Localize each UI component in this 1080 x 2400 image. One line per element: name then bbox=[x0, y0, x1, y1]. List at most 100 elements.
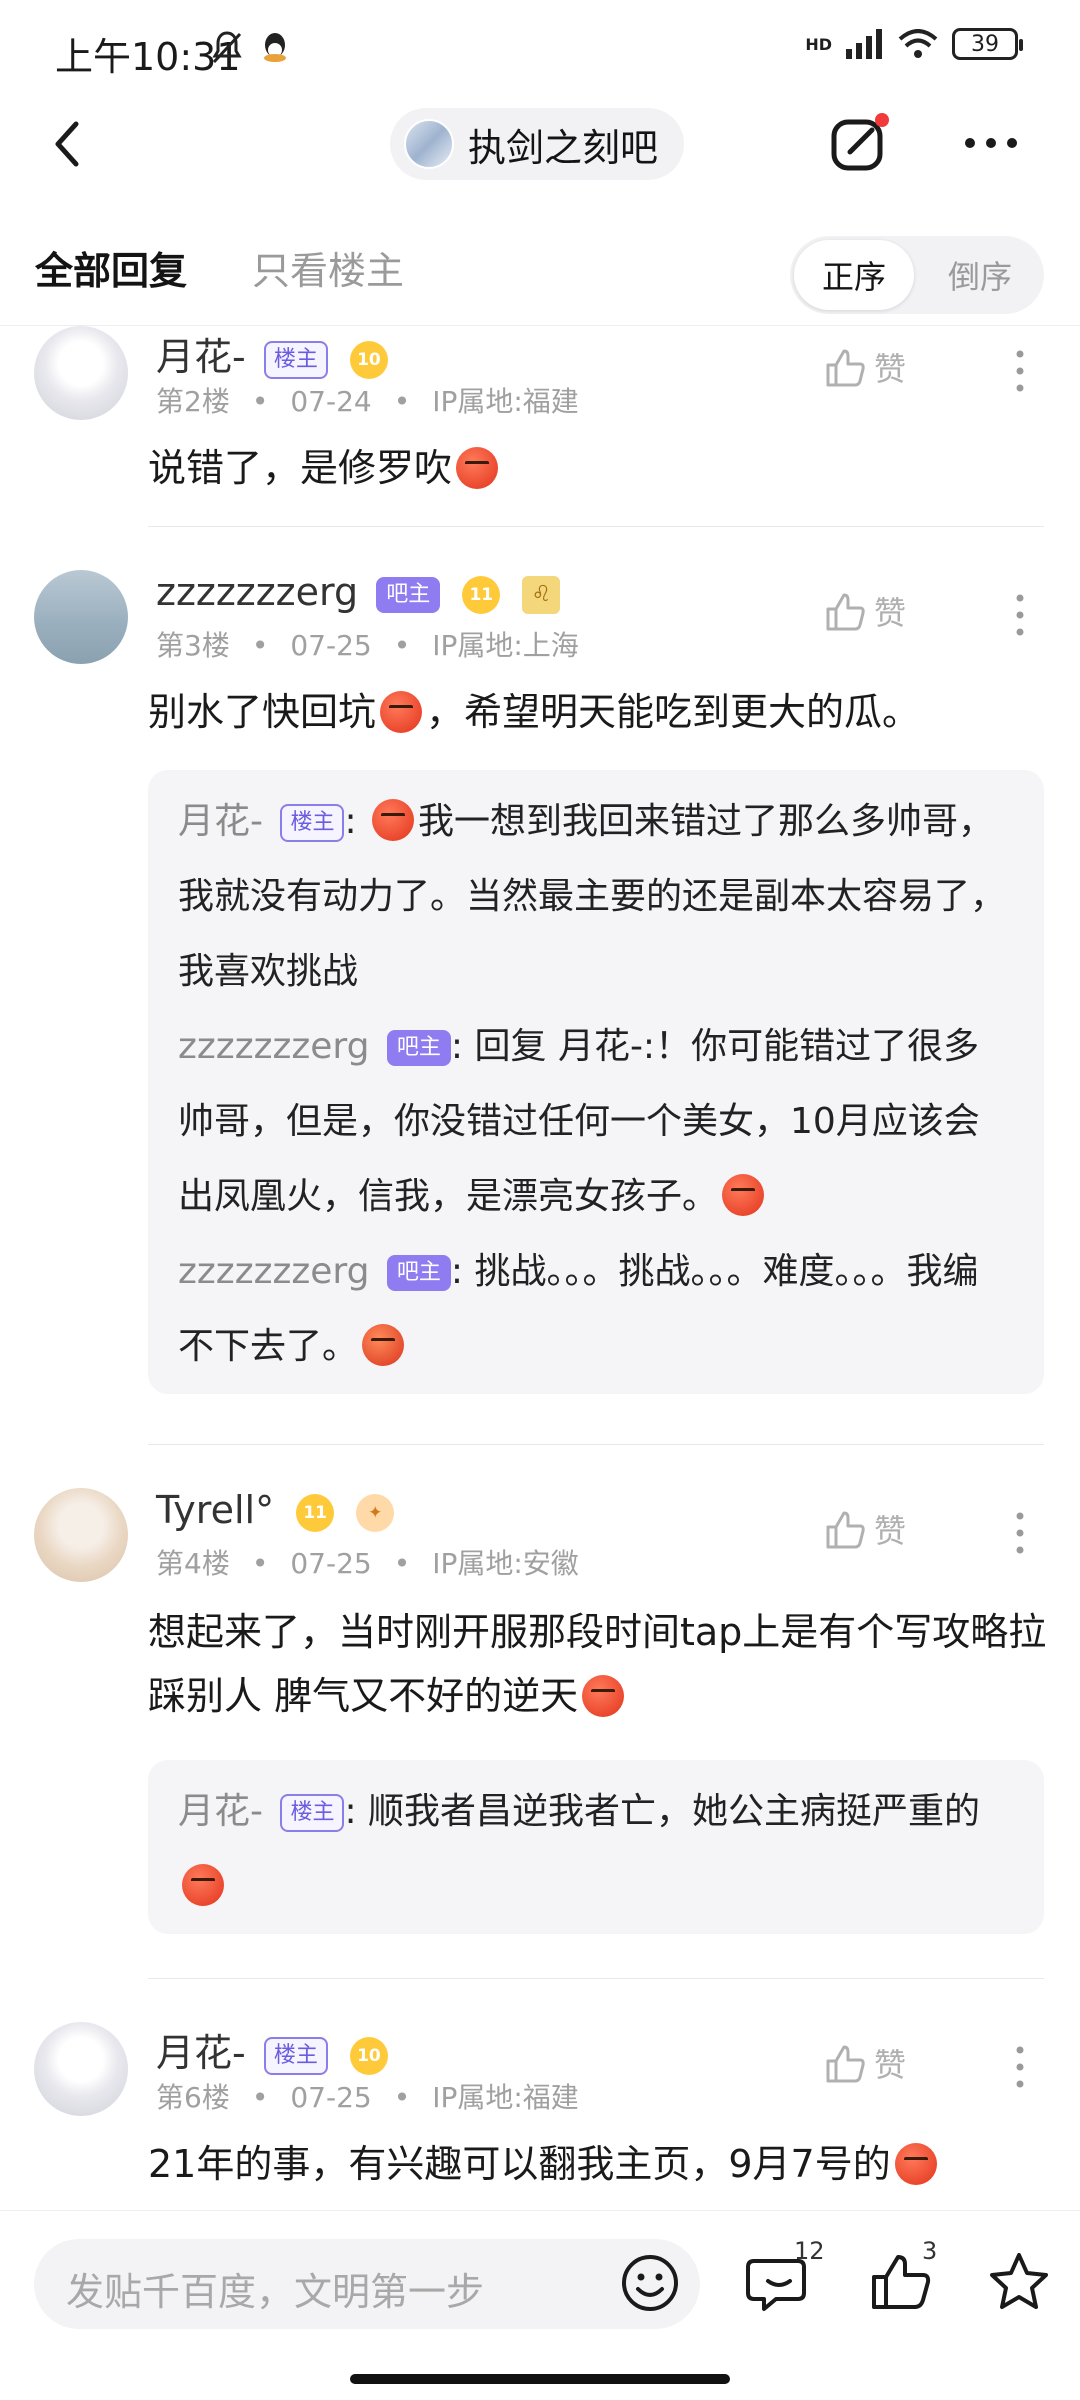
forum-pill[interactable]: 执剑之刻吧 bbox=[390, 108, 685, 180]
like-button[interactable]: 赞 bbox=[822, 2040, 906, 2086]
thumbs-up-icon bbox=[826, 2045, 865, 2083]
leo-badge-icon: ♌ bbox=[522, 575, 561, 614]
edit-icon bbox=[831, 113, 889, 171]
star-icon bbox=[990, 2253, 1048, 2309]
post-meta: 第2楼 • 07-24 • IP属地:福建 bbox=[156, 380, 601, 420]
floor-number: 第3楼 bbox=[156, 629, 230, 662]
like-post-button[interactable]: 3 bbox=[866, 2237, 937, 2317]
meta-dot: • bbox=[393, 2081, 411, 2114]
sub-reply-user[interactable]: zzzzzzzerg bbox=[178, 1251, 369, 1292]
thumbs-up-icon bbox=[826, 349, 865, 387]
chevron-left-icon bbox=[55, 121, 79, 167]
emoji-button[interactable] bbox=[618, 2251, 682, 2315]
angry-emoji-icon bbox=[372, 799, 415, 841]
meta-dot: • bbox=[393, 629, 411, 662]
avatar[interactable] bbox=[34, 1488, 128, 1582]
order-asc-button[interactable]: 正序 bbox=[794, 240, 914, 310]
comment-count: 12 bbox=[794, 2237, 825, 2265]
post-meta: 第6楼 • 07-25 • IP属地:福建 bbox=[156, 2076, 601, 2116]
host-tag: 楼主 bbox=[263, 2036, 328, 2075]
kebab-menu-icon[interactable] bbox=[1010, 346, 1030, 396]
user-name-row: 月花- 楼主 10 bbox=[156, 2022, 388, 2077]
user-name[interactable]: 月花- bbox=[156, 335, 246, 379]
like-label: 赞 bbox=[874, 1512, 907, 1550]
divider bbox=[148, 1978, 1044, 1979]
level-badge: 11 bbox=[462, 575, 501, 614]
meta-dot: • bbox=[251, 385, 269, 418]
sub-reply-user[interactable]: 月花- bbox=[178, 1791, 263, 1832]
user-name[interactable]: 月花- bbox=[156, 2031, 246, 2075]
thumbs-up-icon bbox=[826, 593, 865, 631]
smile-icon bbox=[622, 2255, 678, 2311]
sub-reply: 月花- 楼主: 我一想到我回来错过了那么多帅哥，我就没有动力了。当然最主要的还是… bbox=[178, 799, 1007, 992]
floor-number: 第4楼 bbox=[156, 1547, 230, 1580]
level-badge: 11 bbox=[296, 1493, 335, 1532]
mute-bell-icon bbox=[210, 30, 244, 70]
favorite-button[interactable] bbox=[984, 2247, 1054, 2317]
bottom-bar: 发贴千百度，文明第一步 12 3 bbox=[0, 2210, 1080, 2400]
angry-emoji-icon bbox=[582, 1675, 625, 1717]
host-tag: 楼主 bbox=[280, 804, 345, 842]
sub-reply-box[interactable]: 月花- 楼主: 顺我者昌逆我者亡，她公主病挺严重的 bbox=[148, 1760, 1044, 1934]
post-text-content: 21年的事，有兴趣可以翻我主页，9月7号的 bbox=[148, 2142, 891, 2186]
order-switch: 正序 倒序 bbox=[790, 236, 1044, 314]
sub-reply-box[interactable]: 月花- 楼主: 我一想到我回来错过了那么多帅哥，我就没有动力了。当然最主要的还是… bbox=[148, 770, 1044, 1394]
meta-dot: • bbox=[393, 385, 411, 418]
meta-dot: • bbox=[251, 2081, 269, 2114]
kebab-menu-icon[interactable] bbox=[1010, 2042, 1030, 2092]
tab-host-only[interactable]: 只看楼主 bbox=[252, 240, 404, 295]
floor-number: 第2楼 bbox=[156, 385, 230, 418]
kebab-menu-icon[interactable] bbox=[1010, 590, 1030, 640]
floor-item: 月花- 楼主 10 第2楼 • 07-24 • IP属地:福建 赞 说错了，是修罗吹 bbox=[0, 326, 1080, 526]
order-desc-button[interactable]: 倒序 bbox=[920, 240, 1040, 310]
status-bar: 上午10:31 HD 39 bbox=[0, 0, 1080, 90]
post-date: 07-25 bbox=[290, 1547, 372, 1580]
more-button[interactable] bbox=[958, 110, 1024, 176]
like-button[interactable]: 赞 bbox=[822, 588, 906, 634]
post-text-content: 别水了快回坑 bbox=[148, 690, 377, 734]
avatar[interactable] bbox=[34, 326, 128, 420]
reply-tabs: 全部回复 只看楼主 正序 倒序 bbox=[0, 200, 1080, 326]
post-text: 说错了，是修罗吹 bbox=[148, 438, 1048, 498]
status-right: HD 39 bbox=[805, 28, 1023, 60]
ip-location: IP属地:上海 bbox=[432, 629, 579, 662]
like-button[interactable]: 赞 bbox=[822, 1506, 906, 1552]
post-text-content: 说错了，是修罗吹 bbox=[148, 446, 453, 490]
edit-button[interactable] bbox=[826, 110, 892, 176]
angry-emoji-icon bbox=[894, 2143, 937, 2185]
back-button[interactable] bbox=[40, 114, 100, 174]
tab-all-replies[interactable]: 全部回复 bbox=[35, 240, 187, 295]
ip-location: IP属地:福建 bbox=[432, 2081, 579, 2114]
reply-input[interactable]: 发贴千百度，文明第一步 bbox=[34, 2239, 700, 2329]
sub-reply: zzzzzzzerg 吧主: 回复 月花-:！你可能错过了很多帅哥，但是，你没错… bbox=[178, 1026, 980, 1217]
gamepad-badge-icon: ✦ bbox=[356, 1493, 395, 1532]
sub-reply: 月花- 楼主: 顺我者昌逆我者亡，她公主病挺严重的 bbox=[178, 1774, 1014, 1924]
user-name-row: zzzzzzzerg 吧主 11 ♌ bbox=[156, 570, 561, 614]
sub-reply-user[interactable]: 月花- bbox=[178, 801, 263, 842]
avatar[interactable] bbox=[34, 570, 128, 664]
post-date: 07-24 bbox=[290, 385, 372, 418]
ip-location: IP属地:福建 bbox=[432, 385, 579, 418]
qq-icon bbox=[260, 30, 290, 68]
battery-icon: 39 bbox=[952, 28, 1023, 60]
avatar[interactable] bbox=[34, 2022, 128, 2116]
like-button[interactable]: 赞 bbox=[822, 344, 906, 390]
like-label: 赞 bbox=[874, 2046, 907, 2084]
post-meta: 第4楼 • 07-25 • IP属地:安徽 bbox=[156, 1542, 601, 1582]
admin-tag: 吧主 bbox=[386, 1030, 451, 1066]
user-name[interactable]: Tyrell° bbox=[156, 1488, 274, 1532]
more-icon bbox=[965, 138, 1017, 148]
angry-emoji-icon bbox=[380, 691, 423, 733]
grimace-emoji-icon bbox=[362, 1324, 405, 1366]
post-text: 21年的事，有兴趣可以翻我主页，9月7号的 bbox=[148, 2134, 1048, 2194]
ip-location: IP属地:安徽 bbox=[432, 1547, 579, 1580]
comment-button[interactable]: 12 bbox=[744, 2237, 825, 2317]
kebab-menu-icon[interactable] bbox=[1010, 1508, 1030, 1558]
user-name[interactable]: zzzzzzzerg bbox=[156, 570, 358, 614]
home-indicator[interactable] bbox=[350, 2374, 730, 2384]
like-label: 赞 bbox=[874, 350, 907, 388]
sub-reply-user[interactable]: zzzzzzzerg bbox=[178, 1026, 369, 1067]
meta-dot: • bbox=[393, 1547, 411, 1580]
forum-avatar bbox=[404, 119, 454, 169]
forum-name: 执剑之刻吧 bbox=[468, 125, 659, 170]
